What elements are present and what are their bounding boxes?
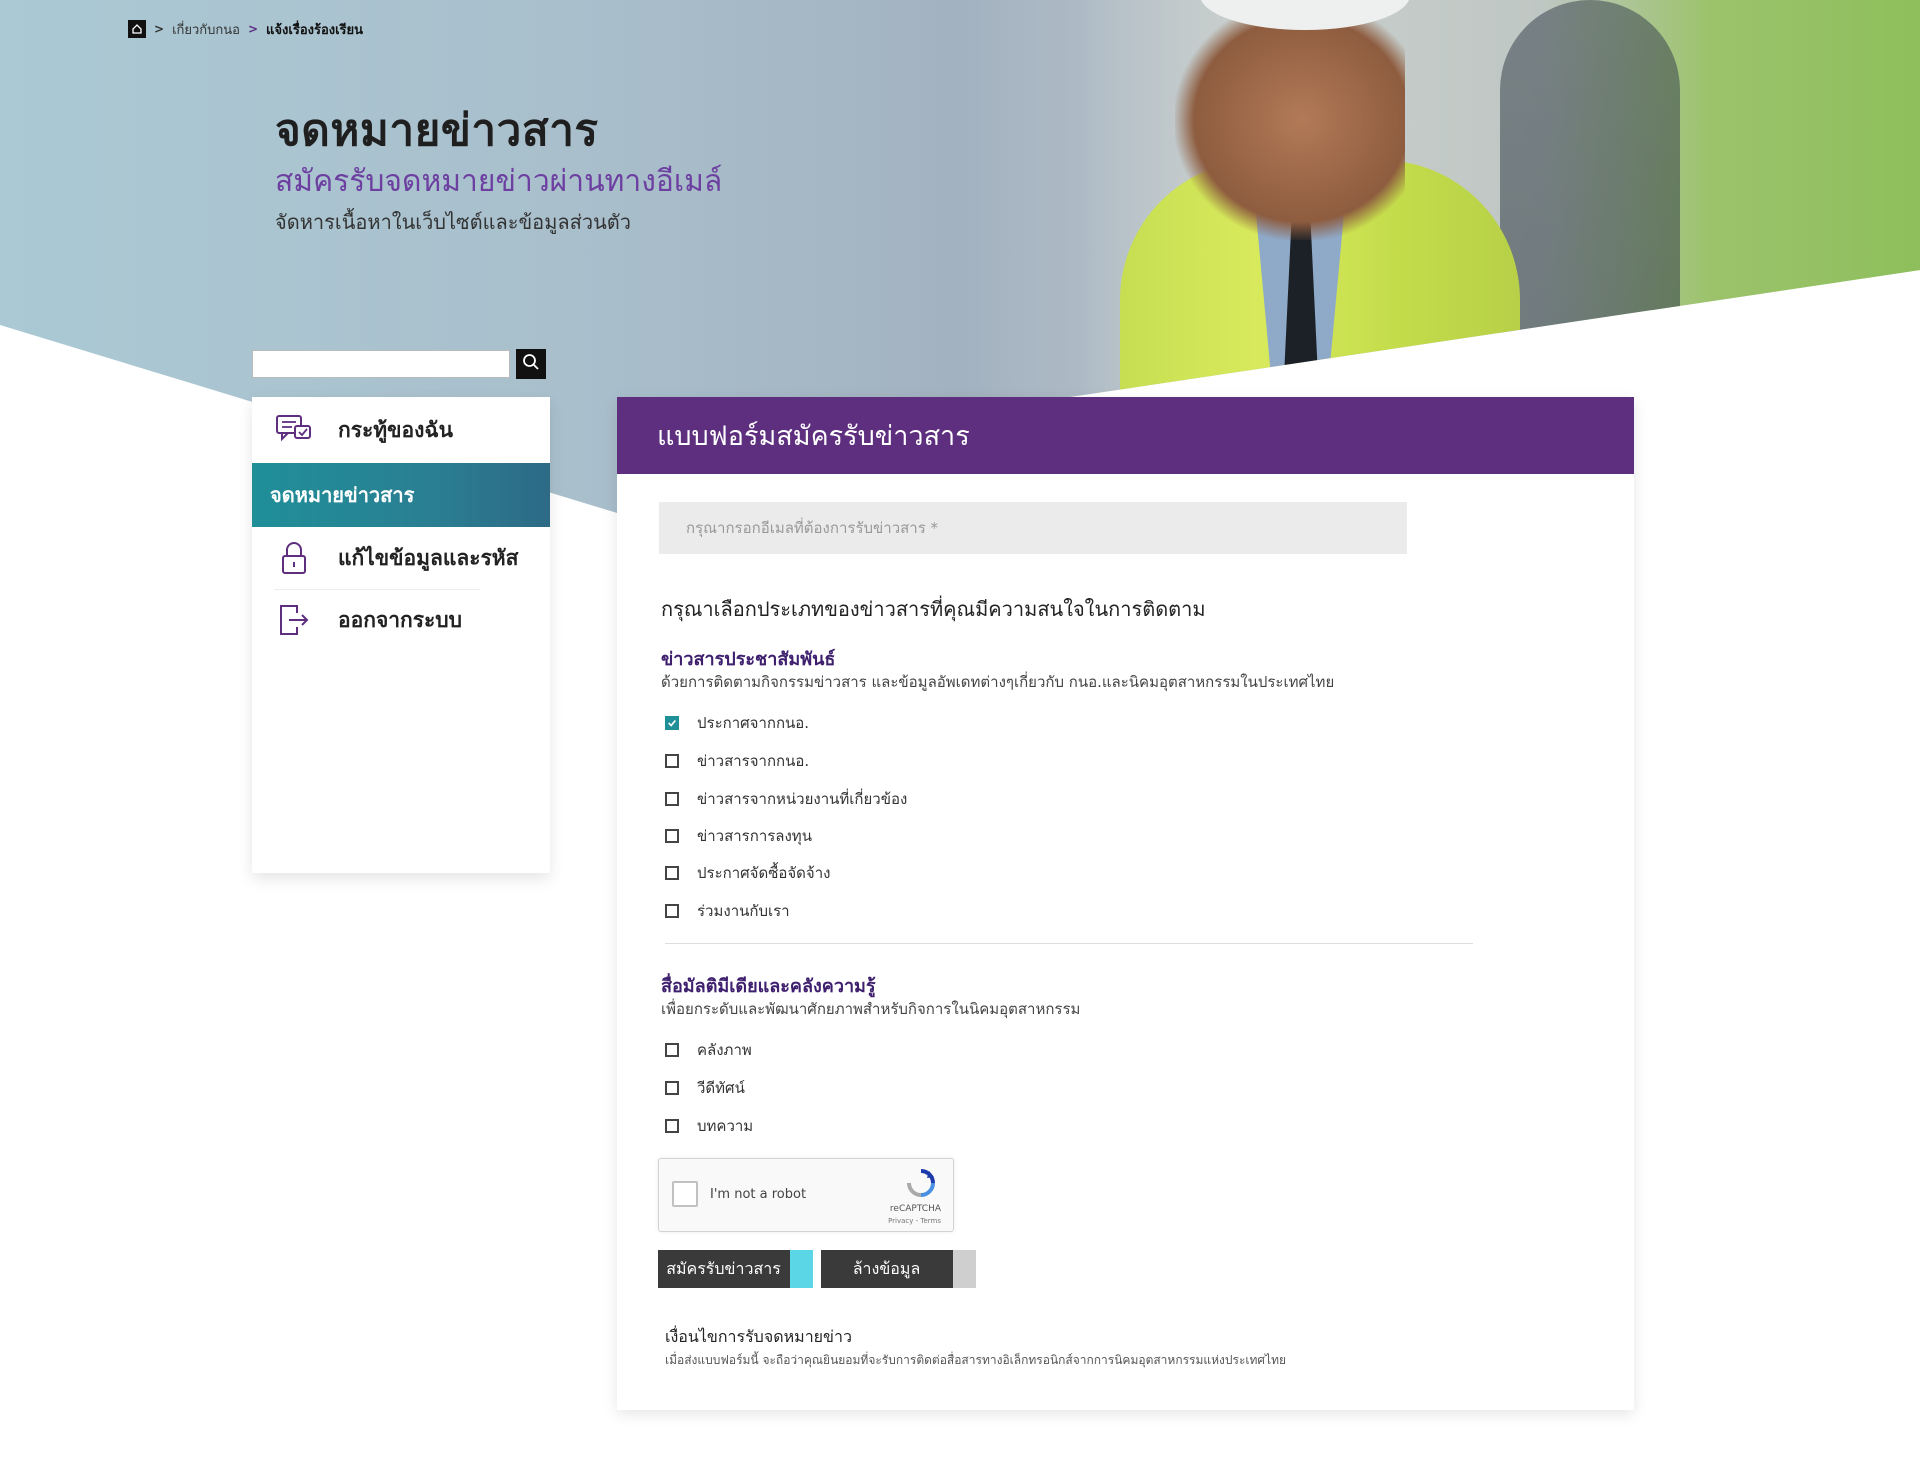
- checkbox-label: ข่าวสารการลงทุน: [697, 827, 812, 845]
- page-subtitle: สมัครรับจดหมายข่าวผ่านทางอีเมล์: [275, 164, 723, 199]
- checkbox-label: วีดีทัศน์: [697, 1079, 745, 1097]
- checkbox-label: ข่าวสารจากหน่วยงานที่เกี่ยวข้อง: [697, 790, 908, 808]
- checkbox-checked[interactable]: [665, 716, 679, 730]
- group-title-pr: ข่าวสารประชาสัมพันธ์: [661, 649, 836, 670]
- checkbox[interactable]: [665, 754, 679, 768]
- checkbox-news[interactable]: ข่าวสารจากกนอ.: [665, 749, 809, 773]
- group-title-multimedia: สื่อมัลติมีเดียและคลังความรู้: [661, 976, 876, 997]
- chat-icon: [274, 412, 314, 448]
- search-icon: [522, 353, 540, 375]
- checkbox-video[interactable]: วีดีทัศน์: [665, 1076, 745, 1100]
- clear-button-label: ล้างข้อมูล: [852, 1258, 921, 1278]
- sidebar-item-label: จดหมายข่าวสาร: [270, 483, 415, 507]
- sidebar-item-label: แก้ไขข้อมูลและรหัส: [338, 545, 519, 570]
- sidebar-item-label: ออกจากระบบ: [338, 607, 462, 632]
- sidebar-item-edit-profile[interactable]: แก้ไขข้อมูลและรหัส: [252, 527, 550, 589]
- checkbox-label: ร่วมงานกับเรา: [697, 902, 790, 920]
- checkbox-label: ประกาศจากกนอ.: [697, 714, 810, 732]
- search-button[interactable]: [516, 349, 546, 379]
- recaptcha-icon: [901, 1167, 941, 1201]
- checkbox[interactable]: [665, 1043, 679, 1057]
- checkbox-careers[interactable]: ร่วมงานกับเรา: [665, 899, 790, 923]
- search-input[interactable]: [252, 350, 510, 378]
- recaptcha-terms-link[interactable]: Privacy - Terms: [888, 1217, 941, 1225]
- recaptcha-checkbox[interactable]: [672, 1181, 698, 1207]
- lock-icon: [274, 540, 314, 576]
- checkbox-label: คลังภาพ: [697, 1041, 752, 1059]
- group-desc-pr: ด้วยการติดตามกิจกรรมข่าวสาร และข้อมูลอัพ…: [661, 673, 1335, 691]
- subscribe-button-label: สมัครรับข่าวสาร: [666, 1258, 781, 1278]
- terms-text: เมื่อส่งแบบฟอร์มนี้ จะถือว่าคุณยินยอมที่…: [665, 1353, 1287, 1367]
- chevron-right-icon: >: [247, 22, 259, 36]
- button-arrow-shape: [780, 1250, 790, 1288]
- recaptcha-label: I'm not a robot: [710, 1187, 807, 1202]
- recaptcha-brand: reCAPTCHA: [889, 1204, 941, 1214]
- home-icon[interactable]: [128, 20, 146, 38]
- hero-person-head: [1175, 0, 1405, 240]
- checkbox[interactable]: [665, 792, 679, 806]
- checkbox-label: ข่าวสารจากกนอ.: [697, 752, 810, 770]
- sidebar-item-my-posts[interactable]: กระทู้ของฉัน: [252, 397, 550, 463]
- hero-background-person: [1500, 0, 1680, 400]
- breadcrumb-current[interactable]: แจ้งเรื่องร้องเรียน: [266, 19, 363, 40]
- sidebar-item-newsletter[interactable]: จดหมายข่าวสาร: [252, 463, 550, 527]
- sidebar-item-logout[interactable]: ออกจากระบบ: [252, 590, 550, 650]
- checkbox[interactable]: [665, 904, 679, 918]
- breadcrumb: > เกี่ยวกับกนอ > แจ้งเรื่องร้องเรียน: [128, 19, 363, 39]
- form-title: แบบฟอร์มสมัครรับข่าวสาร: [617, 397, 1634, 474]
- page-title: จดหมายข่าวสาร: [275, 105, 599, 156]
- group-desc-multimedia: เพื่อยกระดับและพัฒนาศักยภาพสำหรับกิจการใ…: [661, 1000, 1081, 1018]
- checkbox-related-agencies[interactable]: ข่าวสารจากหน่วยงานที่เกี่ยวข้อง: [665, 787, 907, 811]
- checkbox-label: บทความ: [697, 1117, 754, 1135]
- subscribe-button[interactable]: สมัครรับข่าวสาร: [658, 1250, 813, 1288]
- chevron-right-icon: >: [154, 22, 165, 36]
- logout-icon: [274, 602, 314, 638]
- checkbox[interactable]: [665, 866, 679, 880]
- checkbox[interactable]: [665, 1119, 679, 1133]
- terms-title: เงื่อนไขการรับจดหมายข่าว: [665, 1327, 852, 1346]
- clear-button[interactable]: ล้างข้อมูล: [821, 1250, 976, 1288]
- recaptcha-widget: I'm not a robot reCAPTCHA Privacy - Term…: [658, 1158, 954, 1232]
- checkbox-articles[interactable]: บทความ: [665, 1114, 753, 1138]
- checkbox-label: ประกาศจัดซื้อจัดจ้าง: [697, 864, 831, 882]
- interest-question: กรุณาเลือกประเภทของข่าวสารที่คุณมีความสน…: [661, 597, 1206, 621]
- checkbox[interactable]: [665, 829, 679, 843]
- checkbox-investment[interactable]: ข่าวสารการลงทุน: [665, 824, 812, 848]
- newsletter-form: แบบฟอร์มสมัครรับข่าวสาร กรุณาเลือกประเภท…: [617, 397, 1634, 1410]
- email-field[interactable]: [659, 502, 1407, 554]
- checkbox[interactable]: [665, 1081, 679, 1095]
- checkbox-gallery[interactable]: คลังภาพ: [665, 1038, 752, 1062]
- sidebar-item-label: กระทู้ของฉัน: [338, 417, 453, 442]
- checkbox-procurement[interactable]: ประกาศจัดซื้อจัดจ้าง: [665, 861, 830, 885]
- breadcrumb-link-about[interactable]: เกี่ยวกับกนอ: [172, 19, 240, 40]
- checkbox-announcement[interactable]: ประกาศจากกนอ.: [665, 711, 809, 735]
- section-divider: [665, 943, 1473, 944]
- button-arrow-shape: [943, 1250, 953, 1288]
- page-description: จัดหารเนื้อหาในเว็บไซต์และข้อมูลส่วนตัว: [275, 210, 631, 234]
- sidebar-search: [252, 349, 546, 379]
- sidebar-menu: กระทู้ของฉัน จดหมายข่าวสาร แก้ไขข้อมูลแล…: [252, 397, 550, 873]
